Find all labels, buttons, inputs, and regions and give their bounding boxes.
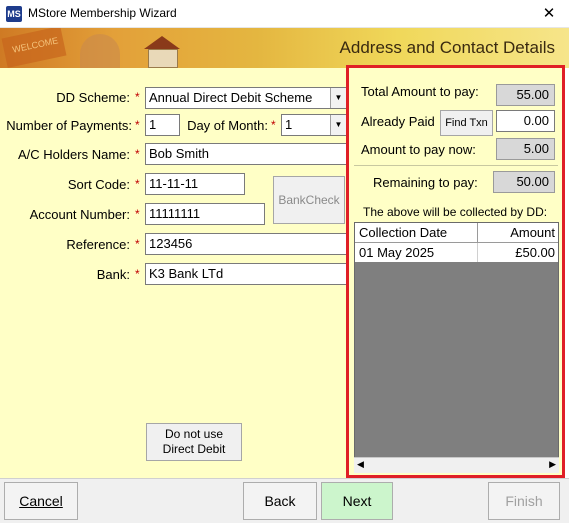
required-marker: * <box>135 177 140 191</box>
collection-schedule-grid[interactable]: Collection Date Amount 01 May 2025 £50.0… <box>354 222 559 473</box>
button-line: Direct Debit <box>162 442 226 456</box>
scroll-right-icon[interactable]: ▶ <box>549 459 556 470</box>
amount-to-pay-now-label: Amount to pay now: <box>361 142 476 157</box>
find-txn-button[interactable]: Find Txn <box>440 110 493 136</box>
account-number-label: Account Number: <box>29 207 130 222</box>
back-button[interactable]: Back <box>243 482 317 520</box>
total-amount-label: Total Amount to pay: <box>361 84 479 99</box>
required-marker: * <box>135 237 140 251</box>
sort-code-input[interactable]: 11-11-11 <box>145 173 245 195</box>
required-marker: * <box>135 267 140 281</box>
button-line: Do not use <box>164 427 224 441</box>
already-paid-input[interactable]: 0.00 <box>496 110 555 132</box>
header-banner: WELCOME Address and Contact Details <box>0 28 569 68</box>
column-divider <box>477 243 478 262</box>
required-marker: * <box>135 147 140 161</box>
table-row[interactable]: 01 May 2025 £50.00 <box>355 243 558 262</box>
column-header-amount[interactable]: Amount <box>510 223 555 242</box>
banner-graphic: WELCOME <box>0 28 230 68</box>
ac-holders-name-input[interactable]: Bob Smith <box>145 143 347 165</box>
column-header-collection-date[interactable]: Collection Date <box>359 223 447 242</box>
scroll-left-icon[interactable]: ◀ <box>357 459 364 470</box>
account-number-input[interactable]: 11111111 <box>145 203 265 225</box>
day-of-month-select[interactable]: 1 ▼ <box>281 114 347 136</box>
page-title: Address and Contact Details <box>339 38 555 57</box>
next-label: Next <box>342 493 372 509</box>
window-title: MStore Membership Wizard <box>28 6 177 20</box>
close-icon[interactable]: ✕ <box>538 3 560 25</box>
num-payments-label: Number of Payments: <box>6 118 132 133</box>
dd-scheme-label: DD Scheme: <box>56 90 130 105</box>
collection-note: The above will be collected by DD: <box>363 205 548 219</box>
title-bar: MS MStore Membership Wizard ✕ <box>0 0 569 28</box>
reference-input[interactable]: 123456 <box>145 233 347 255</box>
ac-holders-name-label: A/C Holders Name: <box>18 147 130 162</box>
day-of-month-label: Day of Month: <box>187 118 268 133</box>
back-label: Back <box>264 493 296 509</box>
finish-button[interactable]: Finish <box>488 482 560 520</box>
summary-divider <box>354 165 558 166</box>
amount-cell: £50.00 <box>515 245 555 260</box>
chevron-down-icon[interactable]: ▼ <box>330 115 346 135</box>
sort-code-label: Sort Code: <box>67 177 130 192</box>
total-amount-value: 55.00 <box>496 84 555 106</box>
remaining-to-pay-label: Remaining to pay: <box>373 175 478 190</box>
required-marker: * <box>135 118 140 132</box>
num-payments-input[interactable]: 1 <box>145 114 180 136</box>
required-marker: * <box>135 90 140 104</box>
column-divider <box>477 223 478 242</box>
already-paid-label: Already Paid <box>361 114 435 129</box>
app-icon: MS <box>6 6 22 22</box>
amount-to-pay-now-value: 5.00 <box>496 138 555 160</box>
collection-date-cell: 01 May 2025 <box>359 245 435 260</box>
horizontal-scrollbar[interactable]: ◀ ▶ <box>354 457 559 473</box>
grid-header: Collection Date Amount <box>355 223 558 243</box>
bankcheck-button[interactable]: BankCheck <box>273 176 345 224</box>
finish-label: Finish <box>505 493 543 509</box>
chevron-down-icon[interactable]: ▼ <box>330 88 346 108</box>
next-button[interactable]: Next <box>321 482 393 520</box>
dd-scheme-select[interactable]: Annual Direct Debit Scheme ▼ <box>145 87 347 109</box>
required-marker: * <box>135 207 140 221</box>
dd-scheme-value: Annual Direct Debit Scheme <box>149 90 313 105</box>
reference-label: Reference: <box>66 237 130 252</box>
cancel-button[interactable]: Cancel <box>4 482 78 520</box>
bank-input[interactable]: K3 Bank LTd <box>145 263 347 285</box>
remaining-to-pay-value: 50.00 <box>493 171 555 193</box>
house-icon <box>140 36 184 68</box>
day-of-month-value: 1 <box>285 117 293 132</box>
required-marker: * <box>271 118 276 132</box>
do-not-use-direct-debit-button[interactable]: Do not use Direct Debit <box>146 423 242 461</box>
cancel-label: Cancel <box>19 493 63 509</box>
bank-label: Bank: <box>96 267 130 282</box>
